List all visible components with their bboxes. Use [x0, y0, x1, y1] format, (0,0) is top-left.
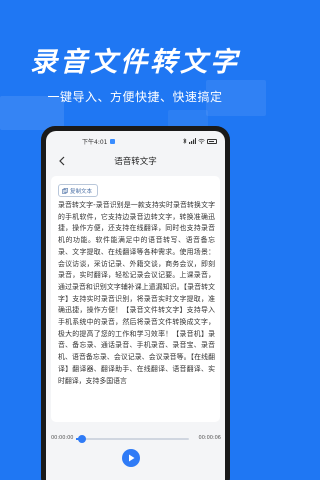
copy-text-button[interactable]: 复制文本 — [58, 184, 99, 197]
progress-thumb[interactable] — [77, 435, 86, 443]
nav-bar: 语音转文字 — [46, 151, 225, 171]
play-icon — [128, 454, 134, 462]
promo-subtitle: 一键导入、方便快捷、快速搞定 — [47, 90, 223, 104]
transcript-card: 复制文本 录音转文字-录音识别是一款支持实时录音转换文字的手机软件，它支持边录音… — [51, 176, 220, 422]
transcript-text: 录音转文字-录音识别是一款支持实时录音转换文字的手机软件，它支持边录音边转文字，… — [58, 201, 215, 385]
bluetooth-icon — [183, 138, 187, 144]
play-button[interactable] — [122, 449, 140, 467]
chevron-left-icon[interactable] — [56, 155, 68, 167]
signal-icon — [189, 138, 196, 144]
wifi-icon — [198, 138, 205, 144]
progress-bar[interactable] — [76, 435, 189, 443]
promo-title: 录音文件转文字 — [30, 47, 240, 78]
phone-frame: 下午4:01 语音转文字 复制文本 录音转文字-录音识别是一款支持实时录音转换文… — [41, 126, 230, 480]
notification-icon — [110, 138, 116, 144]
page-title: 语音转文字 — [114, 157, 157, 167]
copy-text-label: 复制文本 — [70, 188, 93, 195]
battery-icon — [207, 138, 217, 144]
total-time: 00:00:06 — [198, 435, 221, 441]
status-icons — [183, 138, 217, 144]
phone-screen: 下午4:01 语音转文字 复制文本 录音转文字-录音识别是一款支持实时录音转换文… — [46, 131, 225, 480]
status-time: 下午4:01 — [82, 138, 108, 146]
status-bar: 下午4:01 — [46, 131, 225, 151]
current-time: 00:00:00 — [51, 435, 74, 441]
audio-player: 00:00:00 00:00:06 — [46, 435, 225, 480]
copy-icon — [62, 187, 68, 194]
